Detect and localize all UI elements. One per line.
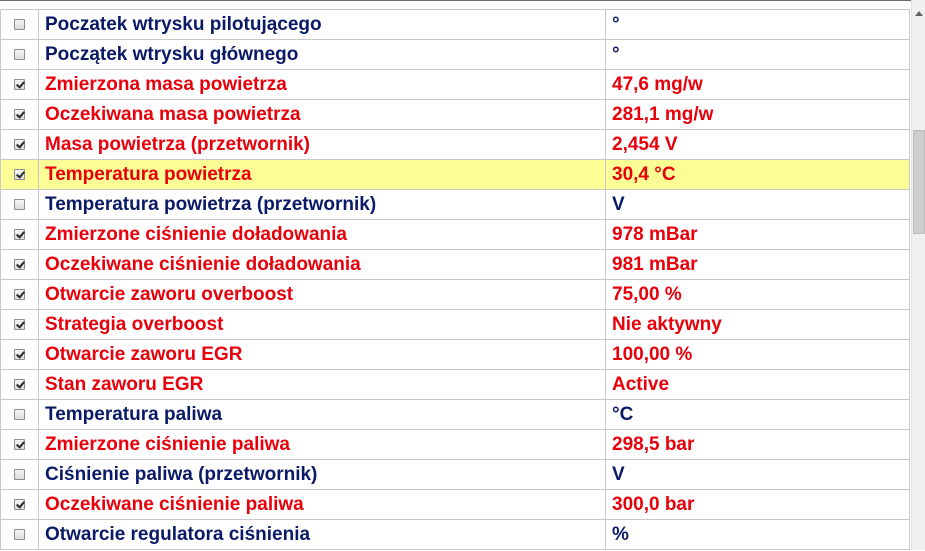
checkbox-cell bbox=[0, 69, 39, 100]
parameter-checkbox[interactable] bbox=[14, 288, 25, 300]
parameter-name: Oczekiwane ciśnienie doładowania bbox=[38, 249, 606, 280]
parameter-row[interactable]: Poczatek wtrysku pilotującego ° bbox=[0, 9, 910, 40]
parameter-checkbox[interactable] bbox=[14, 228, 25, 240]
parameter-checkbox[interactable] bbox=[14, 438, 25, 450]
parameter-row[interactable]: Zmierzone ciśnienie doładowania 978 mBar bbox=[0, 219, 910, 250]
checkbox-cell bbox=[0, 249, 39, 280]
vertical-scrollbar[interactable] bbox=[911, 0, 925, 550]
checkbox-cell bbox=[0, 9, 39, 40]
parameter-value: ° bbox=[605, 39, 910, 70]
checkbox-cell bbox=[0, 219, 39, 250]
checkbox-cell bbox=[0, 339, 39, 370]
parameter-row[interactable]: Początek wtrysku głównego ° bbox=[0, 39, 910, 70]
checkbox-cell bbox=[0, 279, 39, 310]
parameter-value: 47,6 mg/w bbox=[605, 69, 910, 100]
parameter-value: ° bbox=[605, 9, 910, 40]
parameter-checkbox[interactable] bbox=[14, 348, 25, 360]
checkbox-cell bbox=[0, 99, 39, 130]
parameter-value: % bbox=[605, 519, 910, 550]
parameter-row[interactable]: Zmierzone ciśnienie paliwa 298,5 bar bbox=[0, 429, 910, 460]
parameter-name: Poczatek wtrysku pilotującego bbox=[38, 9, 606, 40]
parameter-row[interactable]: Temperatura powietrza 30,4 °C bbox=[0, 159, 910, 190]
parameter-row[interactable]: Masa powietrza (przetwornik) 2,454 V bbox=[0, 129, 910, 160]
parameter-name: Temperatura powietrza (przetwornik) bbox=[38, 189, 606, 220]
parameter-checkbox[interactable] bbox=[14, 138, 25, 150]
parameter-name: Zmierzone ciśnienie doładowania bbox=[38, 219, 606, 250]
parameter-name: Strategia overboost bbox=[38, 309, 606, 340]
checkbox-cell bbox=[0, 159, 39, 190]
parameter-row[interactable]: Otwarcie regulatora ciśnienia % bbox=[0, 519, 910, 550]
parameter-name: Ciśnienie paliwa (przetwornik) bbox=[38, 459, 606, 490]
parameter-row[interactable]: Temperatura paliwa °C bbox=[0, 399, 910, 430]
parameter-row[interactable]: Oczekiwane ciśnienie doładowania 981 mBar bbox=[0, 249, 910, 280]
checkbox-cell bbox=[0, 519, 39, 550]
parameter-checkbox[interactable] bbox=[14, 378, 25, 390]
parameter-value: V bbox=[605, 459, 910, 490]
parameter-name: Zmierzone ciśnienie paliwa bbox=[38, 429, 606, 460]
parameter-name: Temperatura paliwa bbox=[38, 399, 606, 430]
parameter-value: 100,00 % bbox=[605, 339, 910, 370]
parameter-value: 300,0 bar bbox=[605, 489, 910, 520]
parameter-checkbox[interactable] bbox=[14, 78, 25, 90]
parameter-row[interactable]: Otwarcie zaworu EGR 100,00 % bbox=[0, 339, 910, 370]
parameter-checkbox[interactable] bbox=[14, 528, 25, 540]
parameter-name: Otwarcie zaworu EGR bbox=[38, 339, 606, 370]
parameter-checkbox[interactable] bbox=[14, 408, 25, 420]
parameter-value: V bbox=[605, 189, 910, 220]
parameter-checkbox[interactable] bbox=[14, 18, 25, 30]
checkbox-cell bbox=[0, 189, 39, 220]
checkbox-cell bbox=[0, 489, 39, 520]
parameter-value: 2,454 V bbox=[605, 129, 910, 160]
parameter-value: 281,1 mg/w bbox=[605, 99, 910, 130]
parameter-name: Zmierzona masa powietrza bbox=[38, 69, 606, 100]
parameter-value: Nie aktywny bbox=[605, 309, 910, 340]
parameter-value: 30,4 °C bbox=[605, 159, 910, 190]
parameter-table-container: Poczatek wtrysku pilotującego ° Początek w… bbox=[0, 0, 911, 551]
checkbox-cell bbox=[0, 309, 39, 340]
parameter-name: Otwarcie regulatora ciśnienia bbox=[38, 519, 606, 550]
checkbox-cell bbox=[0, 369, 39, 400]
parameter-checkbox[interactable] bbox=[14, 48, 25, 60]
parameter-value: 981 mBar bbox=[605, 249, 910, 280]
parameter-table: Poczatek wtrysku pilotującego ° Początek w… bbox=[0, 9, 910, 550]
checkbox-cell bbox=[0, 39, 39, 70]
parameter-row[interactable]: Zmierzona masa powietrza 47,6 mg/w bbox=[0, 69, 910, 100]
parameter-row[interactable]: Stan zaworu EGR Active bbox=[0, 369, 910, 400]
checkbox-cell bbox=[0, 429, 39, 460]
parameter-value: 298,5 bar bbox=[605, 429, 910, 460]
triangle-up-icon bbox=[915, 11, 923, 16]
parameter-checkbox[interactable] bbox=[14, 258, 25, 270]
parameter-checkbox[interactable] bbox=[14, 108, 25, 120]
scroll-up-button[interactable] bbox=[913, 8, 925, 20]
parameter-value: Active bbox=[605, 369, 910, 400]
parameter-name: Otwarcie zaworu overboost bbox=[38, 279, 606, 310]
parameter-row[interactable]: Strategia overboost Nie aktywny bbox=[0, 309, 910, 340]
parameter-checkbox[interactable] bbox=[14, 198, 25, 210]
parameter-table-body: Poczatek wtrysku pilotującego ° Początek w… bbox=[0, 9, 910, 550]
parameter-name: Masa powietrza (przetwornik) bbox=[38, 129, 606, 160]
parameter-row[interactable]: Oczekiwane ciśnienie paliwa 300,0 bar bbox=[0, 489, 910, 520]
parameter-checkbox[interactable] bbox=[14, 168, 25, 180]
checkbox-cell bbox=[0, 399, 39, 430]
parameter-name: Oczekiwana masa powietrza bbox=[38, 99, 606, 130]
parameter-value: 75,00 % bbox=[605, 279, 910, 310]
parameter-name: Początek wtrysku głównego bbox=[38, 39, 606, 70]
scrollbar-thumb[interactable] bbox=[913, 130, 925, 234]
parameter-checkbox[interactable] bbox=[14, 498, 25, 510]
parameter-row[interactable]: Ciśnienie paliwa (przetwornik) V bbox=[0, 459, 910, 490]
parameter-name: Oczekiwane ciśnienie paliwa bbox=[38, 489, 606, 520]
parameter-value: 978 mBar bbox=[605, 219, 910, 250]
parameter-name: Temperatura powietrza bbox=[38, 159, 606, 190]
parameter-row[interactable]: Oczekiwana masa powietrza 281,1 mg/w bbox=[0, 99, 910, 130]
parameter-row[interactable]: Temperatura powietrza (przetwornik) V bbox=[0, 189, 910, 220]
parameter-name: Stan zaworu EGR bbox=[38, 369, 606, 400]
parameter-checkbox[interactable] bbox=[14, 318, 25, 330]
checkbox-cell bbox=[0, 459, 39, 490]
parameter-checkbox[interactable] bbox=[14, 468, 25, 480]
parameter-value: °C bbox=[605, 399, 910, 430]
checkbox-cell bbox=[0, 129, 39, 160]
parameter-row[interactable]: Otwarcie zaworu overboost 75,00 % bbox=[0, 279, 910, 310]
